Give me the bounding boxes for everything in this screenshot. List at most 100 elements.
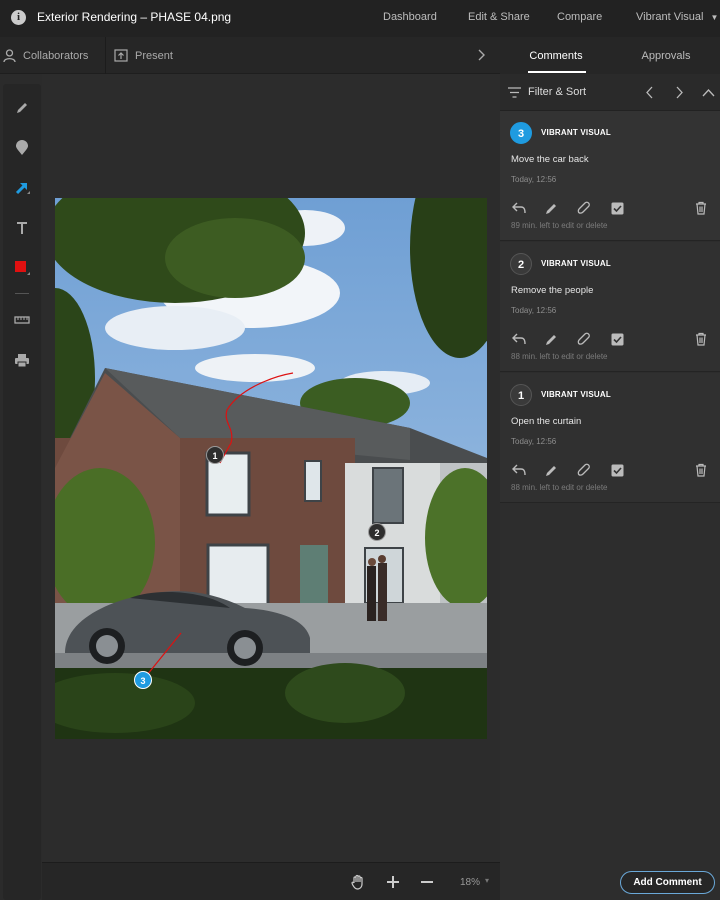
comment-time: Today, 12:56 — [511, 437, 557, 446]
nav-account-menu[interactable]: Vibrant Visual ▼ — [636, 11, 718, 23]
reply-icon — [512, 464, 526, 476]
present-label: Present — [135, 49, 173, 62]
rendering-image[interactable]: 1 2 3 — [55, 198, 487, 739]
zoom-out-button[interactable] — [416, 871, 438, 893]
comment-actions — [511, 200, 711, 216]
comment-text: Remove the people — [511, 285, 594, 296]
reply-button[interactable] — [511, 331, 527, 347]
active-tab-indicator — [528, 71, 586, 73]
pencil-icon — [545, 334, 556, 345]
toolbar-divider — [15, 293, 29, 294]
filter-icon[interactable] — [508, 87, 521, 98]
house-rendering — [55, 198, 487, 739]
nav-edit-share[interactable]: Edit & Share — [468, 11, 530, 23]
edit-time-note: 88 min. left to edit or delete — [511, 352, 608, 361]
delete-button[interactable] — [693, 331, 709, 347]
comment-card[interactable]: 2 VIBRANT VISUAL Remove the people Today… — [500, 242, 720, 372]
annotation-pin-2[interactable]: 2 — [368, 523, 386, 541]
zoom-level[interactable]: 18% — [460, 877, 480, 888]
zoom-bar: 18% ▾ — [42, 862, 500, 900]
comment-card[interactable]: 1 VIBRANT VISUAL Open the curtain Today,… — [500, 373, 720, 503]
trash-icon — [696, 332, 706, 346]
color-swatch — [15, 261, 30, 275]
hand-icon — [351, 874, 363, 890]
filter-sort-button[interactable]: Filter & Sort — [528, 86, 586, 98]
info-icon[interactable]: i — [11, 10, 26, 25]
comment-time: Today, 12:56 — [511, 175, 557, 184]
color-tool[interactable] — [3, 255, 41, 281]
pencil-icon — [545, 203, 556, 214]
checkbox-icon — [611, 333, 623, 345]
comment-text: Open the curtain — [511, 416, 582, 427]
print-icon — [15, 353, 29, 367]
checkbox-icon — [611, 464, 623, 476]
print-tool[interactable] — [3, 347, 41, 373]
annotation-toolbar — [3, 84, 41, 900]
top-bar: i Exterior Rendering – PHASE 04.png Dash… — [0, 0, 720, 37]
pencil-icon — [17, 103, 27, 113]
chevron-down-icon: ▼ — [710, 13, 719, 22]
attach-button[interactable] — [576, 462, 592, 478]
edit-button[interactable] — [543, 200, 559, 216]
edit-button[interactable] — [543, 331, 559, 347]
reply-icon — [512, 333, 526, 345]
chevron-up-icon[interactable] — [702, 88, 715, 97]
arrow-tool[interactable] — [3, 175, 41, 201]
delete-button[interactable] — [693, 462, 709, 478]
present-icon — [114, 49, 128, 62]
reply-button[interactable] — [511, 462, 527, 478]
comment-number: 1 — [510, 384, 532, 406]
zoom-dropdown-icon[interactable]: ▾ — [485, 876, 489, 885]
pan-button[interactable] — [347, 871, 369, 893]
plus-icon — [387, 876, 399, 888]
chevron-right-icon[interactable] — [474, 47, 488, 63]
comments-panel: Comments Approvals Filter & Sort 3 VIBRA… — [500, 37, 720, 900]
paperclip-icon — [577, 201, 590, 214]
edit-button[interactable] — [543, 462, 559, 478]
marker-icon — [16, 140, 28, 155]
comment-author: VIBRANT VISUAL — [541, 128, 611, 137]
text-tool[interactable] — [3, 215, 41, 241]
text-icon — [17, 222, 27, 234]
comment-number: 2 — [510, 253, 532, 275]
paperclip-icon — [577, 332, 590, 345]
nav-compare[interactable]: Compare — [557, 11, 602, 23]
trash-icon — [696, 201, 706, 215]
chevron-left-icon[interactable] — [645, 86, 655, 99]
comment-author: VIBRANT VISUAL — [541, 259, 611, 268]
present-button[interactable]: Present — [114, 37, 173, 74]
comment-text: Move the car back — [511, 154, 589, 165]
collaborators-button[interactable]: Collaborators — [3, 37, 88, 74]
edit-time-note: 89 min. left to edit or delete — [511, 221, 608, 230]
comment-author: VIBRANT VISUAL — [541, 390, 611, 399]
comment-card[interactable]: 3 VIBRANT VISUAL Move the car back Today… — [500, 111, 720, 241]
annotation-pin-1[interactable]: 1 — [206, 446, 224, 464]
marker-tool[interactable] — [3, 135, 41, 161]
ruler-icon — [14, 316, 30, 324]
tab-approvals[interactable]: Approvals — [612, 37, 720, 74]
arrow-icon — [15, 183, 30, 195]
chevron-right-icon[interactable] — [674, 86, 684, 99]
annotation-pin-3[interactable]: 3 — [134, 671, 152, 689]
resolve-checkbox[interactable] — [609, 331, 625, 347]
attach-button[interactable] — [576, 200, 592, 216]
user-icon — [3, 49, 16, 62]
reply-button[interactable] — [511, 200, 527, 216]
nav-dashboard[interactable]: Dashboard — [383, 11, 437, 23]
comment-number: 3 — [510, 122, 532, 144]
resolve-checkbox[interactable] — [609, 200, 625, 216]
resolve-checkbox[interactable] — [609, 462, 625, 478]
zoom-in-button[interactable] — [382, 871, 404, 893]
measure-tool[interactable] — [3, 307, 41, 333]
add-comment-button[interactable]: Add Comment — [620, 871, 715, 894]
tab-comments[interactable]: Comments — [500, 37, 612, 74]
comment-actions — [511, 462, 711, 478]
account-name: Vibrant Visual — [636, 11, 704, 23]
delete-button[interactable] — [693, 200, 709, 216]
checkbox-icon — [611, 202, 623, 214]
divider — [105, 37, 106, 74]
trash-icon — [696, 463, 706, 477]
pencil-tool[interactable] — [3, 95, 41, 121]
filter-bar: Filter & Sort — [500, 74, 720, 111]
attach-button[interactable] — [576, 331, 592, 347]
